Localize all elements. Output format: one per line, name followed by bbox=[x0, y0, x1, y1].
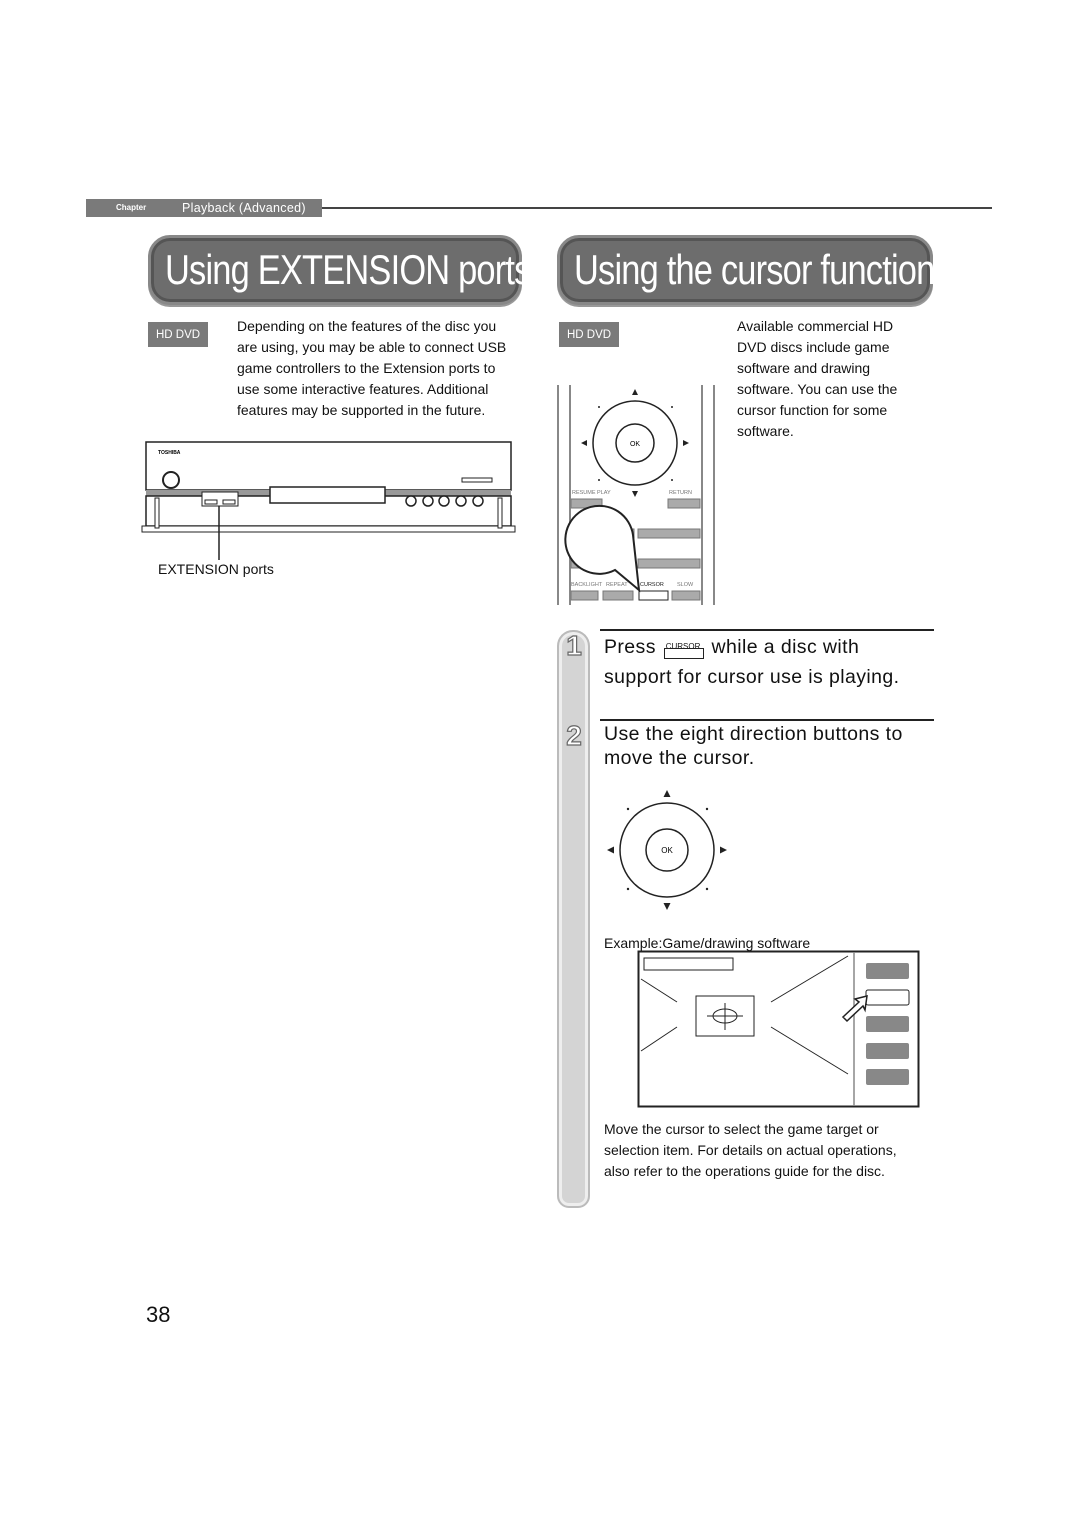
svg-text:RETURN: RETURN bbox=[669, 490, 692, 496]
cursor-footer-text: Move the cursor to select the game targe… bbox=[604, 1121, 897, 1179]
title-extension-ports: Using EXTENSION ports bbox=[148, 235, 531, 305]
header-rule bbox=[322, 207, 992, 209]
brand-logo: TOSHIBA bbox=[158, 450, 181, 456]
steps-tab bbox=[557, 630, 590, 1208]
step-rule bbox=[600, 629, 934, 631]
step-number-1: 1 bbox=[566, 629, 583, 661]
extension-ports-callout: EXTENSION ports bbox=[158, 561, 274, 577]
step-rule bbox=[600, 719, 934, 721]
page-number: 38 bbox=[146, 1302, 171, 1327]
cursor-key-icon: CURSOR bbox=[662, 636, 706, 660]
remote-illustration: OK RESUME PLAY RETURN BACKLIGHT REPEAT C… bbox=[557, 385, 715, 605]
chapter-bar: Chapter Playback (Advanced) bbox=[86, 199, 322, 217]
player-illustration: TOSHIBA bbox=[141, 441, 516, 560]
chapter-label: Chapter bbox=[116, 203, 147, 212]
step-1-text: Press CURSOR while a disc with support f… bbox=[604, 636, 900, 688]
svg-text:CURSOR: CURSOR bbox=[640, 582, 664, 588]
section-title: Playback (Advanced) bbox=[182, 201, 306, 215]
svg-text:OK: OK bbox=[661, 846, 673, 855]
hd-dvd-badge: HD DVD bbox=[559, 322, 619, 347]
extension-description: Depending on the features of the disc yo… bbox=[237, 318, 507, 418]
svg-text:BACKLIGHT: BACKLIGHT bbox=[571, 582, 603, 588]
svg-text:OK: OK bbox=[630, 441, 640, 448]
svg-text:SLOW: SLOW bbox=[677, 582, 694, 588]
step-number-2: 2 bbox=[566, 719, 583, 751]
cursor-description: Available commercial HD DVD discs include… bbox=[737, 318, 898, 439]
example-screen-illustration bbox=[637, 950, 920, 1108]
hd-dvd-badge: HD DVD bbox=[148, 322, 208, 347]
svg-text:REPEAT: REPEAT bbox=[606, 582, 628, 588]
svg-text:RESUME PLAY: RESUME PLAY bbox=[572, 490, 611, 496]
direction-pad-illustration: OK bbox=[607, 790, 727, 910]
step-2-text: Use the eight direction buttons to move t… bbox=[604, 723, 903, 769]
title-cursor-function: Using the cursor function bbox=[557, 235, 935, 305]
